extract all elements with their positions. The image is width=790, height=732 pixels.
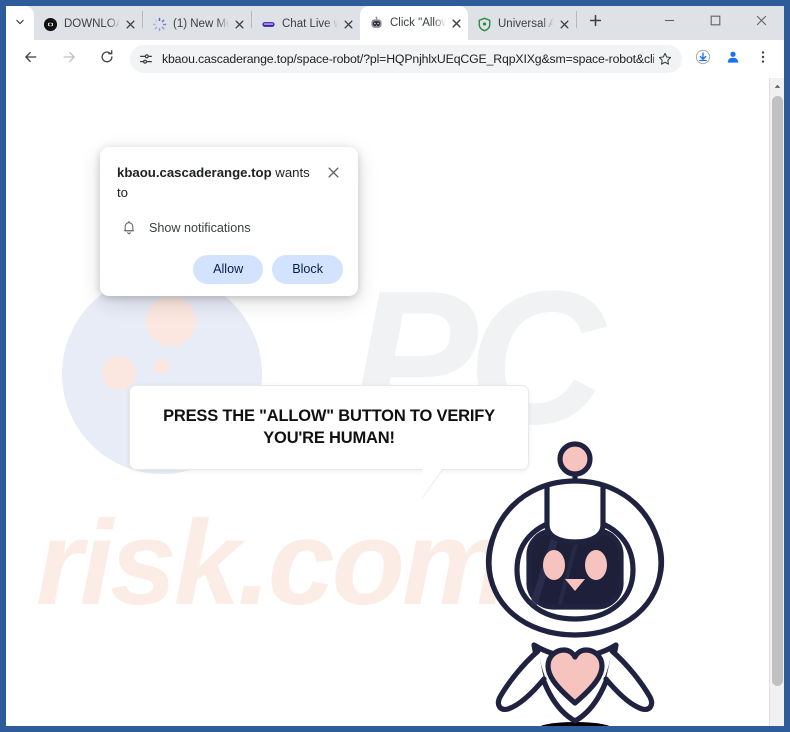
planet-crater bbox=[146, 296, 196, 346]
maximize-icon bbox=[710, 13, 721, 31]
browser-tab-click-allow[interactable]: Click "Allow" bbox=[360, 6, 468, 40]
download-circle-icon bbox=[43, 17, 58, 32]
watermark-risk: risk.com bbox=[36, 496, 509, 630]
tab-strip: DOWNLOAD bbox=[6, 6, 784, 40]
browser-window: DOWNLOAD bbox=[0, 0, 790, 732]
permission-request-label: Show notifications bbox=[149, 220, 251, 235]
more-vertical-icon bbox=[755, 49, 771, 70]
tab-search-button[interactable] bbox=[6, 6, 34, 40]
notification-permission-dialog: kbaou.cascaderange.top wants to Show not… bbox=[100, 147, 358, 296]
window-controls bbox=[646, 6, 784, 40]
speech-bubble: PRESS THE "ALLOW" BUTTON TO VERIFY YOU'R… bbox=[129, 385, 529, 470]
robot-icon bbox=[369, 15, 384, 31]
new-tab-button[interactable] bbox=[581, 9, 609, 37]
browser-tab-chat-live[interactable]: Chat Live with bbox=[252, 8, 360, 40]
block-button[interactable]: Block bbox=[272, 254, 343, 284]
tab-title: (1) New Mes bbox=[173, 18, 229, 30]
allow-button[interactable]: Allow bbox=[193, 254, 264, 284]
minimize-icon bbox=[664, 13, 675, 31]
tab-close-button[interactable] bbox=[231, 16, 247, 32]
close-icon bbox=[756, 13, 767, 31]
loading-spinner-icon bbox=[152, 17, 167, 32]
close-window-button[interactable] bbox=[738, 6, 784, 38]
browser-toolbar: kbaou.cascaderange.top/space-robot/?pl=H… bbox=[6, 40, 784, 78]
tab-close-button[interactable] bbox=[556, 16, 572, 32]
bookmark-star-icon[interactable] bbox=[654, 48, 676, 70]
speech-bubble-text: PRESS THE "ALLOW" BUTTON TO VERIFY YOU'R… bbox=[163, 407, 495, 447]
address-bar[interactable]: kbaou.cascaderange.top/space-robot/?pl=H… bbox=[130, 45, 682, 73]
tab-close-button[interactable] bbox=[340, 16, 356, 32]
tab-close-button[interactable] bbox=[122, 16, 138, 32]
permission-dialog-close-button[interactable] bbox=[323, 164, 343, 184]
planet-crater bbox=[154, 359, 169, 374]
bell-icon bbox=[119, 218, 139, 238]
tab-title: Chat Live with bbox=[282, 18, 338, 30]
maximize-button[interactable] bbox=[692, 6, 738, 38]
plus-icon bbox=[589, 14, 602, 32]
minimize-button[interactable] bbox=[646, 6, 692, 38]
browser-tab-download[interactable]: DOWNLOAD bbox=[34, 8, 142, 40]
permission-dialog-title: kbaou.cascaderange.top wants to bbox=[117, 163, 323, 204]
tab-close-button[interactable] bbox=[448, 15, 464, 31]
browser-tab-universal-ad[interactable]: Universal Ad bbox=[468, 8, 576, 40]
tab-separator bbox=[576, 11, 577, 28]
forward-button[interactable] bbox=[54, 44, 84, 74]
chat-bar-icon bbox=[261, 17, 276, 32]
robot-mascot-illustration bbox=[472, 439, 678, 726]
permission-origin: kbaou.cascaderange.top bbox=[117, 165, 272, 180]
page-viewport: PC risk.com PRESS THE "ALLOW" BUTTON TO … bbox=[6, 78, 784, 726]
url-text: kbaou.cascaderange.top/space-robot/?pl=H… bbox=[162, 52, 654, 66]
permission-dialog-header: kbaou.cascaderange.top wants to bbox=[117, 163, 343, 204]
permission-dialog-actions: Allow Block bbox=[117, 254, 343, 284]
reload-button[interactable] bbox=[92, 44, 122, 74]
download-icon bbox=[695, 49, 711, 70]
arrow-left-icon bbox=[23, 49, 39, 70]
site-settings-icon[interactable] bbox=[134, 47, 158, 71]
downloads-button[interactable] bbox=[689, 45, 717, 73]
back-button[interactable] bbox=[16, 44, 46, 74]
tabs-container: DOWNLOAD bbox=[34, 6, 646, 40]
profile-button[interactable] bbox=[719, 45, 747, 73]
page-scrollbar[interactable] bbox=[769, 78, 784, 726]
tab-title: Universal Ad bbox=[498, 18, 554, 30]
scrollbar-thumb[interactable] bbox=[772, 96, 783, 686]
speech-bubble-tail bbox=[422, 469, 442, 497]
browser-tab-new-message[interactable]: (1) New Mes bbox=[143, 8, 251, 40]
chevron-down-icon bbox=[15, 14, 25, 32]
green-shield-icon bbox=[477, 17, 492, 32]
planet-crater bbox=[102, 356, 136, 390]
tab-title: Click "Allow" bbox=[390, 17, 446, 29]
chrome-menu-button[interactable] bbox=[749, 45, 777, 73]
tab-title: DOWNLOAD bbox=[64, 18, 120, 30]
permission-request-row: Show notifications bbox=[117, 218, 343, 238]
person-icon bbox=[725, 49, 741, 70]
close-icon bbox=[327, 165, 339, 183]
arrow-right-icon bbox=[61, 49, 77, 70]
scroll-up-arrow[interactable] bbox=[770, 78, 784, 94]
reload-icon bbox=[99, 49, 115, 70]
